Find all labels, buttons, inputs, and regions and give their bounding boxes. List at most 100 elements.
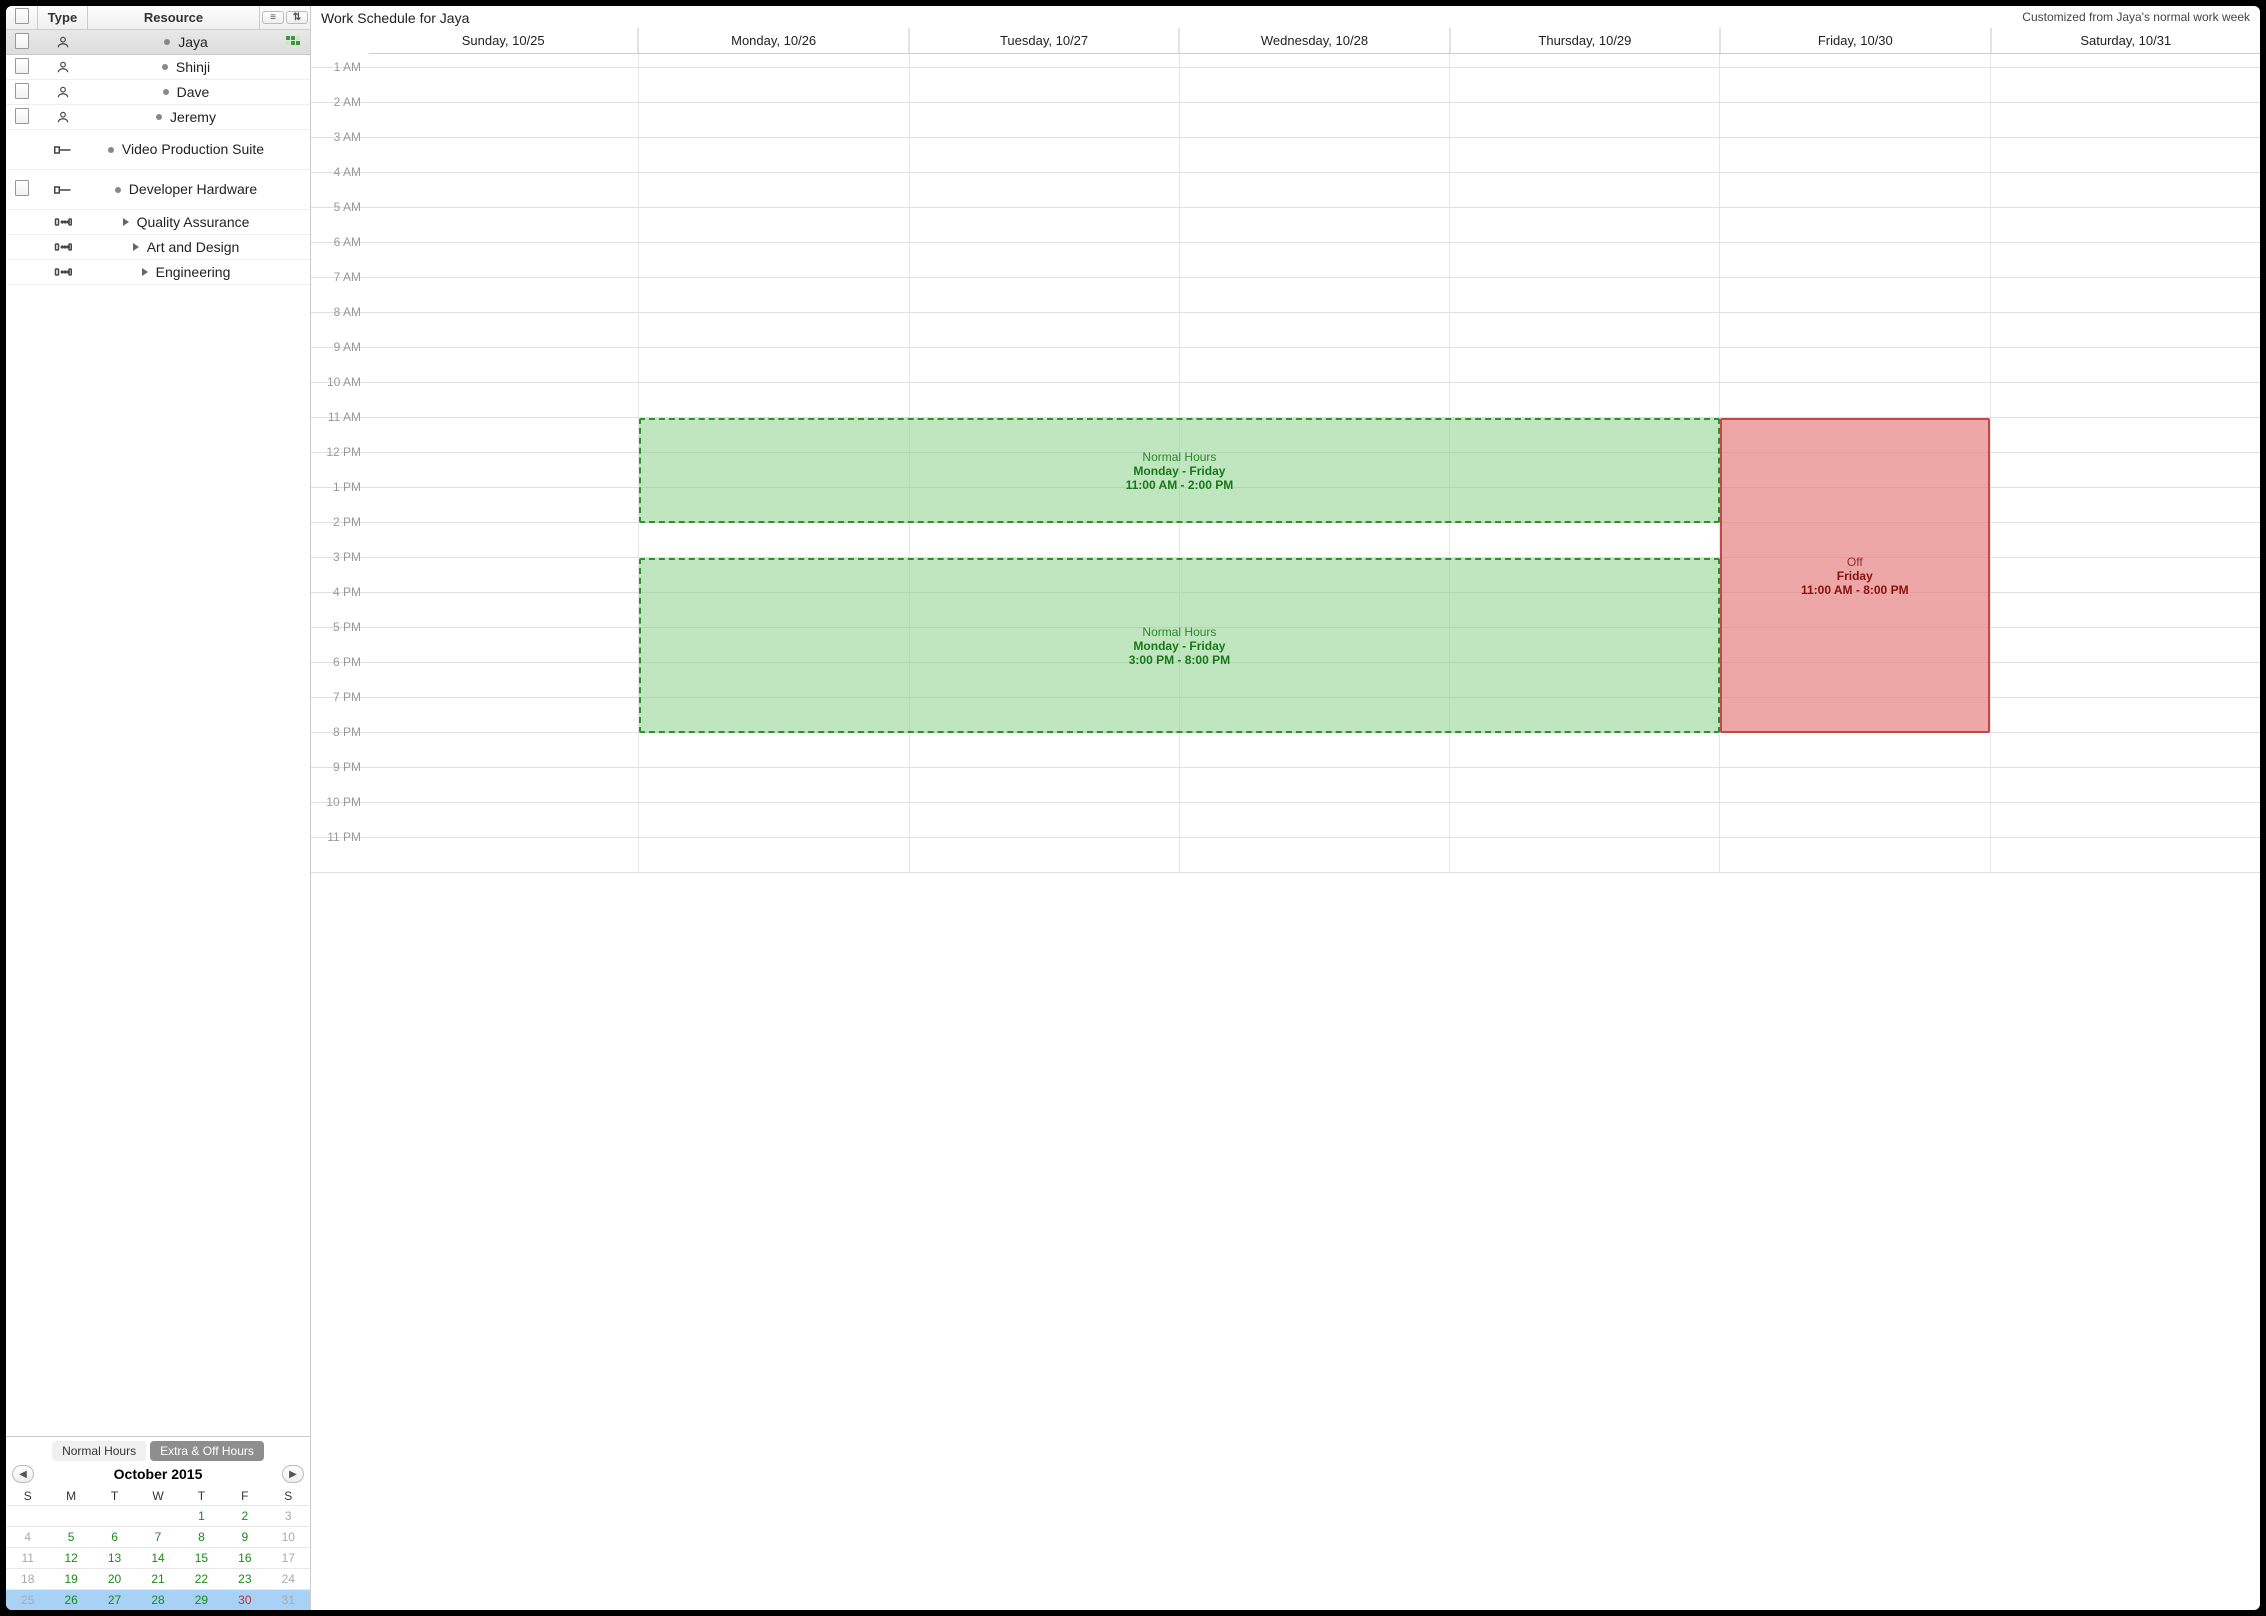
time-cell[interactable] xyxy=(1450,768,1720,802)
time-cell[interactable] xyxy=(1720,803,1990,837)
time-cell[interactable] xyxy=(1450,173,1720,207)
time-cell[interactable] xyxy=(1450,278,1720,312)
calendar-day[interactable] xyxy=(49,1505,92,1526)
calendar-day[interactable]: 11 xyxy=(6,1547,49,1568)
time-cell[interactable] xyxy=(639,208,909,242)
time-cell[interactable] xyxy=(369,698,639,732)
time-cell[interactable] xyxy=(1180,208,1450,242)
calendar-day[interactable]: 2 xyxy=(223,1505,266,1526)
resource-row[interactable]: Video Production Suite xyxy=(6,130,310,170)
time-cell[interactable] xyxy=(639,103,909,137)
time-cell[interactable] xyxy=(1180,838,1450,872)
time-cell[interactable] xyxy=(1180,803,1450,837)
calendar-day[interactable]: 16 xyxy=(223,1547,266,1568)
time-cell[interactable] xyxy=(1450,838,1720,872)
time-cell[interactable] xyxy=(1991,173,2260,207)
time-cell[interactable] xyxy=(1991,383,2260,417)
time-cell[interactable] xyxy=(1720,278,1990,312)
time-cell[interactable] xyxy=(369,173,639,207)
time-cell[interactable] xyxy=(369,558,639,592)
calendar-day[interactable]: 3 xyxy=(267,1505,310,1526)
time-cell[interactable] xyxy=(1450,243,1720,277)
time-cell[interactable] xyxy=(639,243,909,277)
time-cell[interactable] xyxy=(639,68,909,102)
calendar-day[interactable] xyxy=(6,1505,49,1526)
tab-extra-off-hours[interactable]: Extra & Off Hours xyxy=(150,1441,264,1461)
time-cell[interactable] xyxy=(1991,838,2260,872)
resource-row[interactable]: Art and Design xyxy=(6,235,310,260)
calendar-day[interactable]: 13 xyxy=(93,1547,136,1568)
calendar-day[interactable] xyxy=(136,1505,179,1526)
calendar-day[interactable]: 18 xyxy=(6,1568,49,1589)
expand-triangle-icon[interactable] xyxy=(133,243,139,251)
calendar-day[interactable]: 31 xyxy=(267,1589,310,1610)
time-cell[interactable] xyxy=(369,803,639,837)
time-cell[interactable] xyxy=(1180,768,1450,802)
resource-row[interactable]: Engineering xyxy=(6,260,310,285)
time-cell[interactable] xyxy=(1450,348,1720,382)
time-cell[interactable] xyxy=(1991,803,2260,837)
time-cell[interactable] xyxy=(369,488,639,522)
time-cell[interactable] xyxy=(1180,278,1450,312)
calendar-day[interactable]: 21 xyxy=(136,1568,179,1589)
time-cell[interactable] xyxy=(1720,208,1990,242)
calendar-day[interactable]: 1 xyxy=(180,1505,223,1526)
time-cell[interactable] xyxy=(369,418,639,452)
time-cell[interactable] xyxy=(910,838,1180,872)
time-cell[interactable] xyxy=(1991,628,2260,662)
time-cell[interactable] xyxy=(1991,68,2260,102)
time-cell[interactable] xyxy=(1720,173,1990,207)
header-resource-col[interactable]: Resource xyxy=(88,6,260,29)
hour-row[interactable]: 9 PM xyxy=(311,768,2260,803)
time-cell[interactable] xyxy=(639,733,909,767)
time-cell[interactable] xyxy=(1720,103,1990,137)
hour-row[interactable]: 7 AM xyxy=(311,278,2260,313)
time-cell[interactable] xyxy=(639,383,909,417)
time-cell[interactable] xyxy=(1991,278,2260,312)
hour-row[interactable]: 1 AM xyxy=(311,68,2260,103)
day-column-header[interactable]: Monday, 10/26 xyxy=(638,28,908,53)
calendar-day[interactable]: 15 xyxy=(180,1547,223,1568)
time-cell[interactable] xyxy=(1991,313,2260,347)
time-cell[interactable] xyxy=(1720,243,1990,277)
time-cell[interactable] xyxy=(1991,523,2260,557)
day-column-header[interactable]: Sunday, 10/25 xyxy=(369,28,638,53)
collapse-all-button[interactable]: ≡ xyxy=(262,11,284,24)
calendar-day[interactable]: 9 xyxy=(223,1526,266,1547)
time-cell[interactable] xyxy=(1720,313,1990,347)
calendar-day[interactable]: 19 xyxy=(49,1568,92,1589)
time-cell[interactable] xyxy=(1180,523,1450,557)
time-cell[interactable] xyxy=(1180,103,1450,137)
time-cell[interactable] xyxy=(369,313,639,347)
time-cell[interactable] xyxy=(1720,768,1990,802)
calendar-day[interactable]: 12 xyxy=(49,1547,92,1568)
calendar-day[interactable]: 8 xyxy=(180,1526,223,1547)
time-cell[interactable] xyxy=(1991,488,2260,522)
calendar-day[interactable]: 4 xyxy=(6,1526,49,1547)
header-notes-col[interactable] xyxy=(6,6,38,29)
calendar-day[interactable]: 17 xyxy=(267,1547,310,1568)
schedule-grid[interactable]: 1 AM2 AM3 AM4 AM5 AM6 AM7 AM8 AM9 AM10 A… xyxy=(311,54,2260,1610)
expand-triangle-icon[interactable] xyxy=(142,268,148,276)
time-cell[interactable] xyxy=(639,138,909,172)
time-cell[interactable] xyxy=(1180,733,1450,767)
time-cell[interactable] xyxy=(1450,68,1720,102)
time-cell[interactable] xyxy=(1720,733,1990,767)
time-cell[interactable] xyxy=(369,208,639,242)
time-cell[interactable] xyxy=(910,173,1180,207)
time-cell[interactable] xyxy=(369,628,639,662)
calendar-day[interactable]: 6 xyxy=(93,1526,136,1547)
time-cell[interactable] xyxy=(1991,558,2260,592)
calendar-day[interactable]: 29 xyxy=(180,1589,223,1610)
time-cell[interactable] xyxy=(1991,768,2260,802)
time-cell[interactable] xyxy=(1180,313,1450,347)
hour-row[interactable]: 9 AM xyxy=(311,348,2260,383)
time-cell[interactable] xyxy=(1720,838,1990,872)
time-cell[interactable] xyxy=(1991,593,2260,627)
hour-row[interactable]: 5 AM xyxy=(311,208,2260,243)
time-cell[interactable] xyxy=(1180,383,1450,417)
hour-row[interactable]: 3 AM xyxy=(311,138,2260,173)
time-cell[interactable] xyxy=(1720,383,1990,417)
time-cell[interactable] xyxy=(910,68,1180,102)
time-cell[interactable] xyxy=(1450,313,1720,347)
